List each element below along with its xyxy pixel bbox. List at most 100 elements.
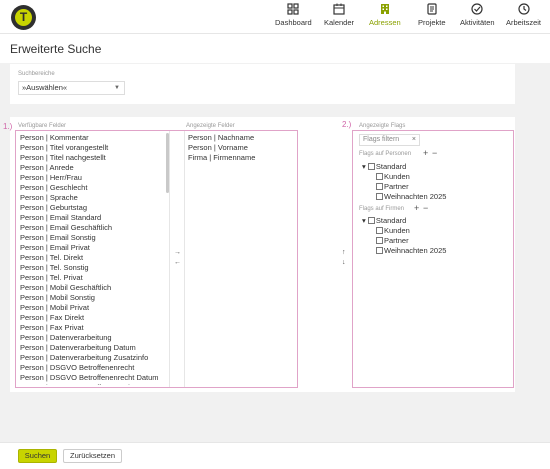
persons-flag-tree: ▾ Standard Kunden Partner Weihnachten 20…	[362, 162, 446, 202]
available-field-item[interactable]: Person | Email Geschäftlich	[17, 223, 163, 233]
tree-node-label: Weihnachten 2025	[384, 246, 447, 255]
expand-all-companies-icon[interactable]: +	[414, 203, 419, 213]
available-fields-label: Verfügbare Felder	[18, 123, 67, 129]
companies-flag-tree: ▾ Standard Kunden Partner Weihnachten 20…	[362, 216, 446, 256]
logo-letter: T	[15, 9, 32, 26]
available-field-item[interactable]: Person | Mobil Sonstig	[17, 293, 163, 303]
expander-icon[interactable]: ▾	[362, 162, 366, 171]
tree-node-standard[interactable]: ▾ Standard	[362, 162, 446, 172]
checkbox-standard-persons[interactable]	[367, 163, 375, 170]
available-fields-list[interactable]: Person | Kommentar Person | Titel vorange…	[17, 133, 163, 385]
tree-node-kunden[interactable]: Kunden	[362, 172, 446, 182]
search-areas-select[interactable]: »Auswählen« ▼	[18, 81, 125, 95]
nav-label-kalender: Kalender	[324, 18, 355, 27]
available-field-item[interactable]: Person | Geschlecht	[17, 183, 163, 193]
expand-all-persons-icon[interactable]: +	[423, 148, 428, 158]
checkbox-partner[interactable]	[376, 237, 383, 244]
available-field-item[interactable]: Person | Tel. Direkt	[17, 253, 163, 263]
available-field-item[interactable]: Person | Tel. Sonstig	[17, 263, 163, 273]
displayed-fields-list[interactable]: Person | Nachname Person | Vorname Firma |…	[186, 133, 296, 163]
arrow-down-icon[interactable]: ↓	[342, 259, 346, 266]
tree-node-partner[interactable]: Partner	[362, 182, 446, 192]
available-field-item[interactable]: Person | DSGVO Betroffenenrecht	[17, 363, 163, 373]
nav-kalender[interactable]: Kalender	[324, 3, 354, 27]
search-button[interactable]: Suchen	[18, 449, 57, 463]
tree-node-label: Standard	[375, 162, 407, 171]
nav-label-dashboard: Dashboard	[275, 18, 312, 27]
available-field-item[interactable]: Person | Email Sonstig	[17, 233, 163, 243]
collapse-all-companies-icon[interactable]: −	[423, 203, 428, 213]
available-field-item[interactable]: Person | Datenverarbeitung Datum	[17, 343, 163, 353]
available-field-item[interactable]: Person | DSGVO Betroffenenrecht Datum	[17, 373, 163, 383]
nav-adressen[interactable]: Adressen	[369, 3, 401, 27]
checkbox-partner[interactable]	[376, 183, 383, 190]
marker-one: 1.)	[3, 122, 13, 131]
flags-companies-label: Flags auf Firmen	[359, 206, 405, 212]
tree-node-label: Partner	[384, 236, 409, 245]
displayed-field-item[interactable]: Person | Nachname	[186, 133, 296, 143]
available-field-item[interactable]: Person | Anrede	[17, 163, 163, 173]
close-icon[interactable]: ×	[412, 135, 416, 145]
check-circle-icon	[471, 3, 483, 15]
flags-persons-label: Flags auf Personen	[359, 151, 412, 157]
checkbox-kunden[interactable]	[376, 173, 383, 180]
tree-node-kunden[interactable]: Kunden	[362, 226, 446, 236]
collapse-all-persons-icon[interactable]: −	[432, 148, 437, 158]
nav-label-arbeitszeit: Arbeitszeit	[506, 18, 542, 27]
tree-node-label: Standard	[375, 216, 407, 225]
available-field-item[interactable]: Person | Titel nachgestellt	[17, 153, 163, 163]
displayed-fields-label: Angezeigte Felder	[186, 123, 235, 129]
available-field-item[interactable]: Person | Geburtstag	[17, 203, 163, 213]
clock-icon	[517, 3, 530, 15]
top-navigation: T Dashboard Kalender Adressen Projekte A…	[0, 0, 550, 33]
tree-node-standard[interactable]: ▾ Standard	[362, 216, 446, 226]
displayed-field-item[interactable]: Firma | Firmenname	[186, 153, 296, 163]
available-field-item[interactable]: Person | Kommentar	[17, 133, 163, 143]
tree-node-partner[interactable]: Partner	[362, 236, 446, 246]
checkbox-weihnachten[interactable]	[376, 193, 383, 200]
reset-button[interactable]: Zurücksetzen	[63, 449, 122, 463]
tree-node-label: Partner	[384, 182, 409, 191]
app-logo[interactable]: T	[11, 5, 36, 30]
available-field-item[interactable]: Person | Fax Privat	[17, 323, 163, 333]
available-field-item[interactable]: Person | Titel vorangestellt	[17, 143, 163, 153]
dashboard-icon	[287, 3, 299, 15]
arrow-up-icon[interactable]: ↑	[342, 249, 346, 256]
checkbox-kunden[interactable]	[376, 227, 383, 234]
scrollbar-thumb[interactable]	[166, 133, 169, 193]
scrollbar-track	[169, 131, 170, 387]
available-field-item[interactable]: Person | Herr/Frau	[17, 173, 163, 183]
available-field-item[interactable]: Person | Mobil Geschäftlich	[17, 283, 163, 293]
available-field-item[interactable]: Person | Mobil Privat	[17, 303, 163, 313]
displayed-field-item[interactable]: Person | Vorname	[186, 143, 296, 153]
tree-node-weihnachten[interactable]: Weihnachten 2025	[362, 246, 446, 256]
folder-icon	[427, 3, 437, 15]
available-field-item[interactable]: Person | Tel. Privat	[17, 273, 163, 283]
nav-projekte[interactable]: Projekte	[418, 3, 446, 27]
nav-label-adressen: Adressen	[369, 18, 401, 27]
expander-icon[interactable]: ▾	[362, 216, 366, 225]
arrow-right-icon[interactable]: →	[174, 249, 181, 256]
title-band: Erweiterte Suche	[0, 33, 550, 63]
available-field-item[interactable]: Person | Sprache	[17, 193, 163, 203]
nav-dashboard[interactable]: Dashboard	[275, 3, 312, 27]
nav-label-projekte: Projekte	[418, 18, 446, 27]
available-field-item[interactable]: Person | DSGVO Betroffenenrecht Zusatz	[17, 383, 163, 385]
displayed-flags-label: Angezeigte Flags	[359, 123, 406, 129]
flags-filter-input[interactable]: Flags filtern ×	[359, 134, 420, 146]
available-field-item[interactable]: Person | Email Privat	[17, 243, 163, 253]
nav-label-aktivitaeten: Aktivitäten	[460, 18, 495, 27]
arrow-left-icon[interactable]: ←	[174, 259, 181, 266]
available-field-item[interactable]: Person | Email Standard	[17, 213, 163, 223]
marker-two: 2.)	[342, 120, 352, 129]
nav-aktivitaeten[interactable]: Aktivitäten	[460, 3, 495, 27]
available-field-item[interactable]: Person | Datenverarbeitung	[17, 333, 163, 343]
tree-node-weihnachten[interactable]: Weihnachten 2025	[362, 192, 446, 202]
available-field-item[interactable]: Person | Fax Direkt	[17, 313, 163, 323]
available-field-item[interactable]: Person | Datenverarbeitung Zusatzinfo	[17, 353, 163, 363]
checkbox-weihnachten[interactable]	[376, 247, 383, 254]
flags-filter-placeholder: Flags filtern	[363, 136, 400, 143]
nav-arbeitszeit[interactable]: Arbeitszeit	[506, 3, 541, 27]
tree-node-label: Kunden	[384, 226, 410, 235]
checkbox-standard-companies[interactable]	[367, 217, 375, 224]
